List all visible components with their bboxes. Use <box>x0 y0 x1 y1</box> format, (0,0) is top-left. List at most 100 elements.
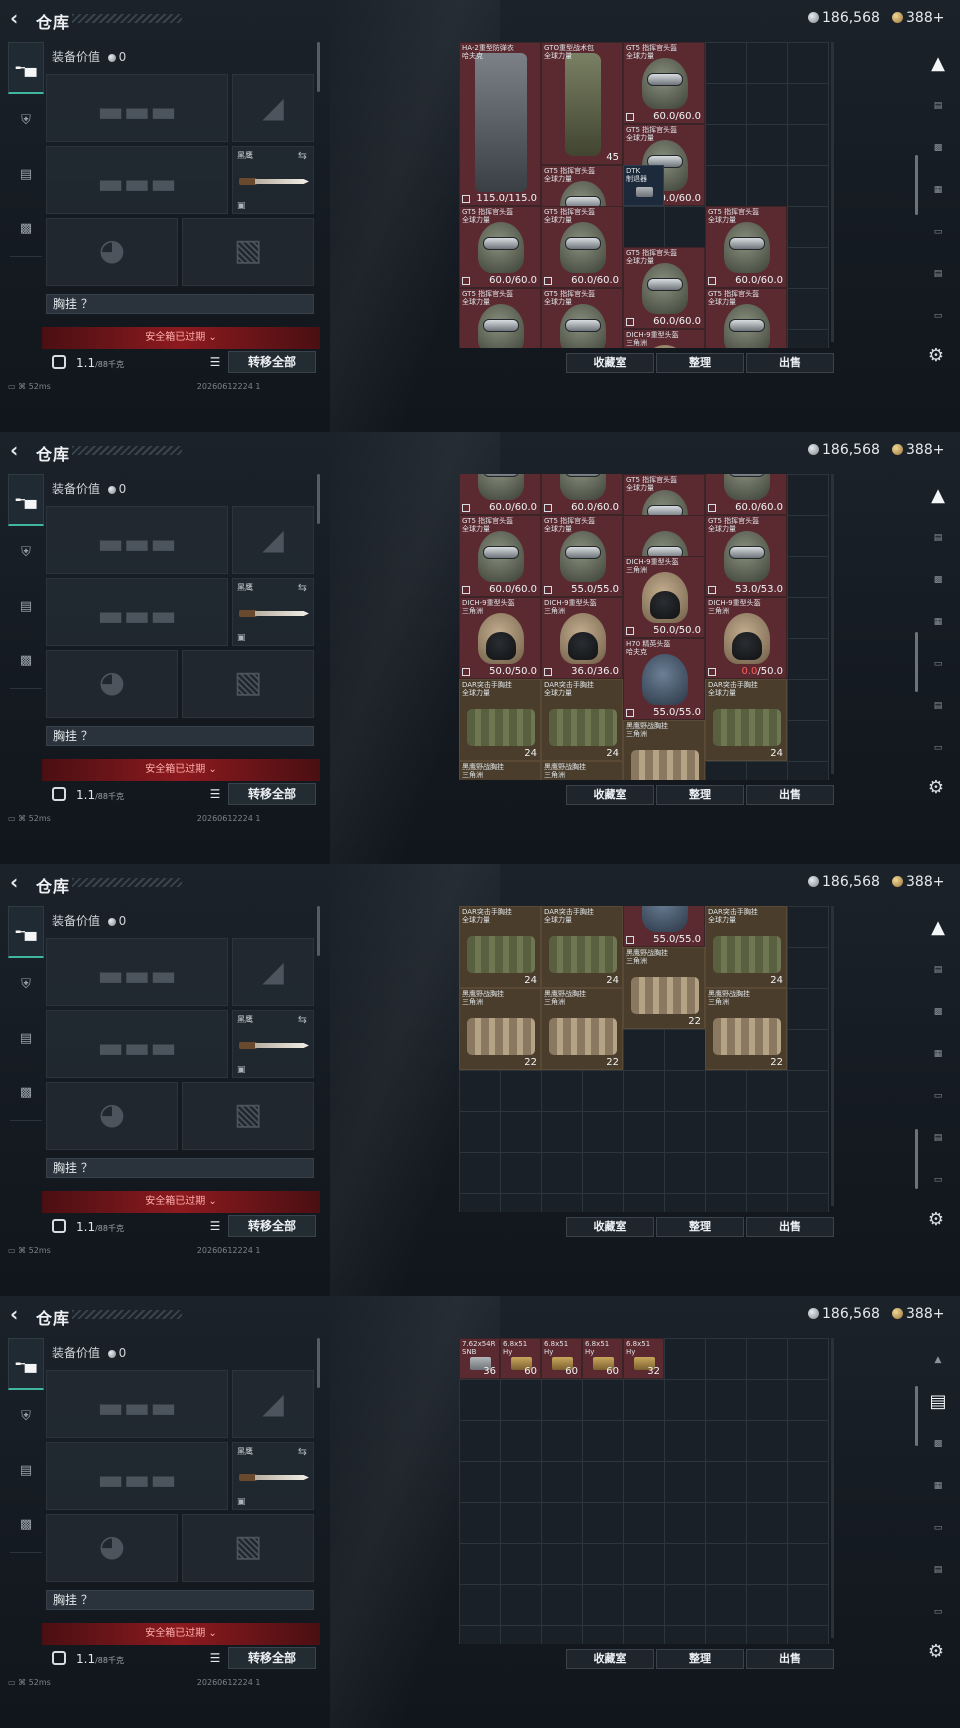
sell-button[interactable]: 出售 <box>746 1649 834 1669</box>
melee-slot[interactable]: 黑鹰 ⇆ ▣ <box>232 1442 314 1510</box>
secondary-weapon-slot[interactable]: ▬▬▬ <box>46 146 228 214</box>
stash-item[interactable]: DAR突击手胸挂 全球力量 24 <box>705 679 787 761</box>
clipboard-icon[interactable]: ▤ <box>12 594 40 620</box>
vest-icon[interactable]: ▤ <box>924 92 952 120</box>
stash-item[interactable]: DICH-9重型头盔 三角洲 36.0/36.0 <box>541 597 623 679</box>
rig-icon[interactable]: ▦ <box>924 1472 952 1500</box>
stash-item[interactable]: 黑鹰野战胸挂 三角洲 <box>623 720 705 780</box>
helmet-slot[interactable]: ◕ <box>46 650 178 718</box>
medkit-icon[interactable]: ▤ <box>924 692 952 720</box>
safe-box-expired-banner[interactable]: 安全箱已过期 ⌄ <box>42 1191 320 1213</box>
armor-slot[interactable]: ▧ <box>182 1514 314 1582</box>
stash-item[interactable]: GT5 指挥官头盔 全球力量 60.0/60.0 <box>705 206 787 288</box>
briefcase-icon[interactable]: ▩ <box>12 648 40 674</box>
armor-icon[interactable]: ⛨ <box>12 108 40 134</box>
clipboard-icon[interactable]: ▤ <box>12 1458 40 1484</box>
stash-item[interactable]: 6.8x51 Hy 32 <box>623 1338 664 1379</box>
chevron-left-icon[interactable]: ‹ <box>10 7 30 29</box>
briefcase-icon[interactable]: ▩ <box>12 1512 40 1538</box>
gear-icon[interactable]: ⚙ <box>924 344 948 368</box>
loadout-scrollbar[interactable] <box>317 906 320 956</box>
primary-weapon-slot[interactable]: ▬▬▬ <box>46 1370 228 1438</box>
secondary-weapon-slot[interactable]: ▬▬▬ <box>46 578 228 646</box>
armor-icon[interactable]: ⛨ <box>12 1404 40 1430</box>
stash-item[interactable]: GT5 指挥官头盔 全球力量 <box>705 288 787 348</box>
stash-item[interactable]: 6.8x51 Hy 60 <box>582 1338 623 1379</box>
key-icon[interactable]: ▭ <box>924 1166 952 1194</box>
stash-item[interactable]: DICH-9重型头盔 三角洲 50.0/50.0 <box>623 556 705 638</box>
vest-icon[interactable]: ▤ <box>924 956 952 984</box>
secondary-weapon-slot[interactable]: ▬▬▬ <box>46 1442 228 1510</box>
vest-icon[interactable]: ▤ <box>924 524 952 552</box>
collection-room-button[interactable]: 收藏室 <box>566 785 654 805</box>
stash-item[interactable]: DAR突击手胸挂 全球力量 24 <box>541 679 623 761</box>
chevron-left-icon[interactable]: ‹ <box>10 1303 30 1325</box>
stash-item[interactable]: 55.0/55.0 <box>623 906 705 947</box>
stash-item[interactable]: 60.0/60.0 <box>541 474 623 515</box>
stash-item[interactable]: 黑鹰野战胸挂 三角洲 <box>541 761 623 780</box>
backpack-icon[interactable]: ▩ <box>924 1430 952 1458</box>
helmet-icon[interactable]: ▲ <box>924 1346 952 1374</box>
list-icon[interactable]: ☰ <box>206 353 224 371</box>
stash-scrollbar[interactable] <box>915 632 918 692</box>
stash-grid[interactable]: 7.62x54R SNB 36 6.8x51 Hy 60 6.8x51 Hy 60 6.8x… <box>459 1338 829 1644</box>
stash-grid[interactable]: HA-2重型防弹衣 哈夫克 115.0/115.0 GTO重型战术包 全球力量 45 G… <box>459 42 829 348</box>
move-all-button[interactable]: 转移全部 <box>228 351 316 373</box>
stash-item[interactable]: GTO重型战术包 全球力量 45 <box>541 42 623 165</box>
stash-item[interactable]: DAR突击手胸挂 全球力量 24 <box>541 906 623 988</box>
rig-icon[interactable]: ▦ <box>924 1040 952 1068</box>
helmet-icon[interactable]: ▲ <box>924 914 952 942</box>
sidearm-slot[interactable]: ◢ <box>232 1370 314 1438</box>
gold-currency[interactable]: 388+ <box>892 874 944 890</box>
stash-item[interactable]: GT5 指挥官头盔 全球力量 55.0/55.0 <box>541 515 623 597</box>
sidearm-slot[interactable]: ◢ <box>232 74 314 142</box>
ammo-icon[interactable]: ▭ <box>924 1082 952 1110</box>
gold-currency[interactable]: 388+ <box>892 10 944 26</box>
stash-item[interactable]: GT5 指挥官头盔 全球力量 60.0/60.0 <box>623 247 705 329</box>
safe-box-expired-banner[interactable]: 安全箱已过期 ⌄ <box>42 759 320 781</box>
medkit-icon[interactable]: ▤ <box>924 1556 952 1584</box>
helmet-slot[interactable]: ◕ <box>46 1082 178 1150</box>
clipboard-icon[interactable]: ▤ <box>12 162 40 188</box>
list-icon[interactable]: ☰ <box>206 1217 224 1235</box>
stash-item[interactable]: 黑鹰野战胸挂 三角洲 22 <box>459 988 541 1070</box>
swap-icon[interactable]: ⇆ <box>298 1445 307 1458</box>
melee-slot[interactable]: 黑鹰 ⇆ ▣ <box>232 578 314 646</box>
sidearm-slot[interactable]: ◢ <box>232 506 314 574</box>
stash-item[interactable]: 6.8x51 Hy 60 <box>500 1338 541 1379</box>
chevron-left-icon[interactable]: ‹ <box>10 439 30 461</box>
briefcase-icon[interactable]: ▩ <box>12 1080 40 1106</box>
stash-item[interactable]: 60.0/60.0 <box>459 474 541 515</box>
stash-item[interactable]: 7.62x54R SNB 36 <box>459 1338 500 1379</box>
clipboard-icon[interactable]: ▤ <box>12 1026 40 1052</box>
swap-icon[interactable]: ⇆ <box>298 581 307 594</box>
swap-icon[interactable]: ⇆ <box>298 1013 307 1026</box>
collection-room-button[interactable]: 收藏室 <box>566 353 654 373</box>
stash-scrollbar[interactable] <box>915 1386 918 1446</box>
stash-grid[interactable]: 50.0/50.036.0/36.055.0/55.00.0/50.0DAR突击… <box>459 906 829 1212</box>
stash-item[interactable]: DICH-9重型头盔 三角洲 50.0/50.0 <box>459 597 541 679</box>
stash-item[interactable]: 黑鹰野战胸挂 三角洲 <box>459 761 541 780</box>
melee-slot[interactable]: 黑鹰 ⇆ ▣ <box>232 1010 314 1078</box>
pistol-icon[interactable]: ╾▄ <box>8 474 44 526</box>
armor-icon[interactable]: ⛨ <box>12 540 40 566</box>
stash-scrollbar[interactable] <box>915 155 918 215</box>
loadout-scrollbar[interactable] <box>317 1338 320 1388</box>
stash-item[interactable]: GT5 指挥官头盔 全球力量 60.0/60.0 <box>541 206 623 288</box>
sell-button[interactable]: 出售 <box>746 785 834 805</box>
pistol-icon[interactable]: ╾▄ <box>8 906 44 958</box>
swap-icon[interactable]: ⇆ <box>298 149 307 162</box>
stash-item[interactable]: DAR突击手胸挂 全球力量 24 <box>705 906 787 988</box>
helmet-slot[interactable]: ◕ <box>46 1514 178 1582</box>
gear-icon[interactable]: ⚙ <box>924 1208 948 1232</box>
sidearm-slot[interactable]: ◢ <box>232 938 314 1006</box>
gold-currency[interactable]: 388+ <box>892 1306 944 1322</box>
stash-item[interactable]: GT5 指挥官头盔 全球力量 60.0/60.0 <box>623 42 705 124</box>
melee-slot[interactable]: 黑鹰 ⇆ ▣ <box>232 146 314 214</box>
stash-item[interactable]: GT5 指挥官头盔 全球力量 53.0/53.0 <box>705 515 787 597</box>
safe-box-expired-banner[interactable]: 安全箱已过期 ⌄ <box>42 327 320 349</box>
move-all-button[interactable]: 转移全部 <box>228 1647 316 1669</box>
safe-box-expired-banner[interactable]: 安全箱已过期 ⌄ <box>42 1623 320 1645</box>
backpack-icon[interactable]: ▩ <box>924 998 952 1026</box>
list-icon[interactable]: ☰ <box>206 1649 224 1667</box>
